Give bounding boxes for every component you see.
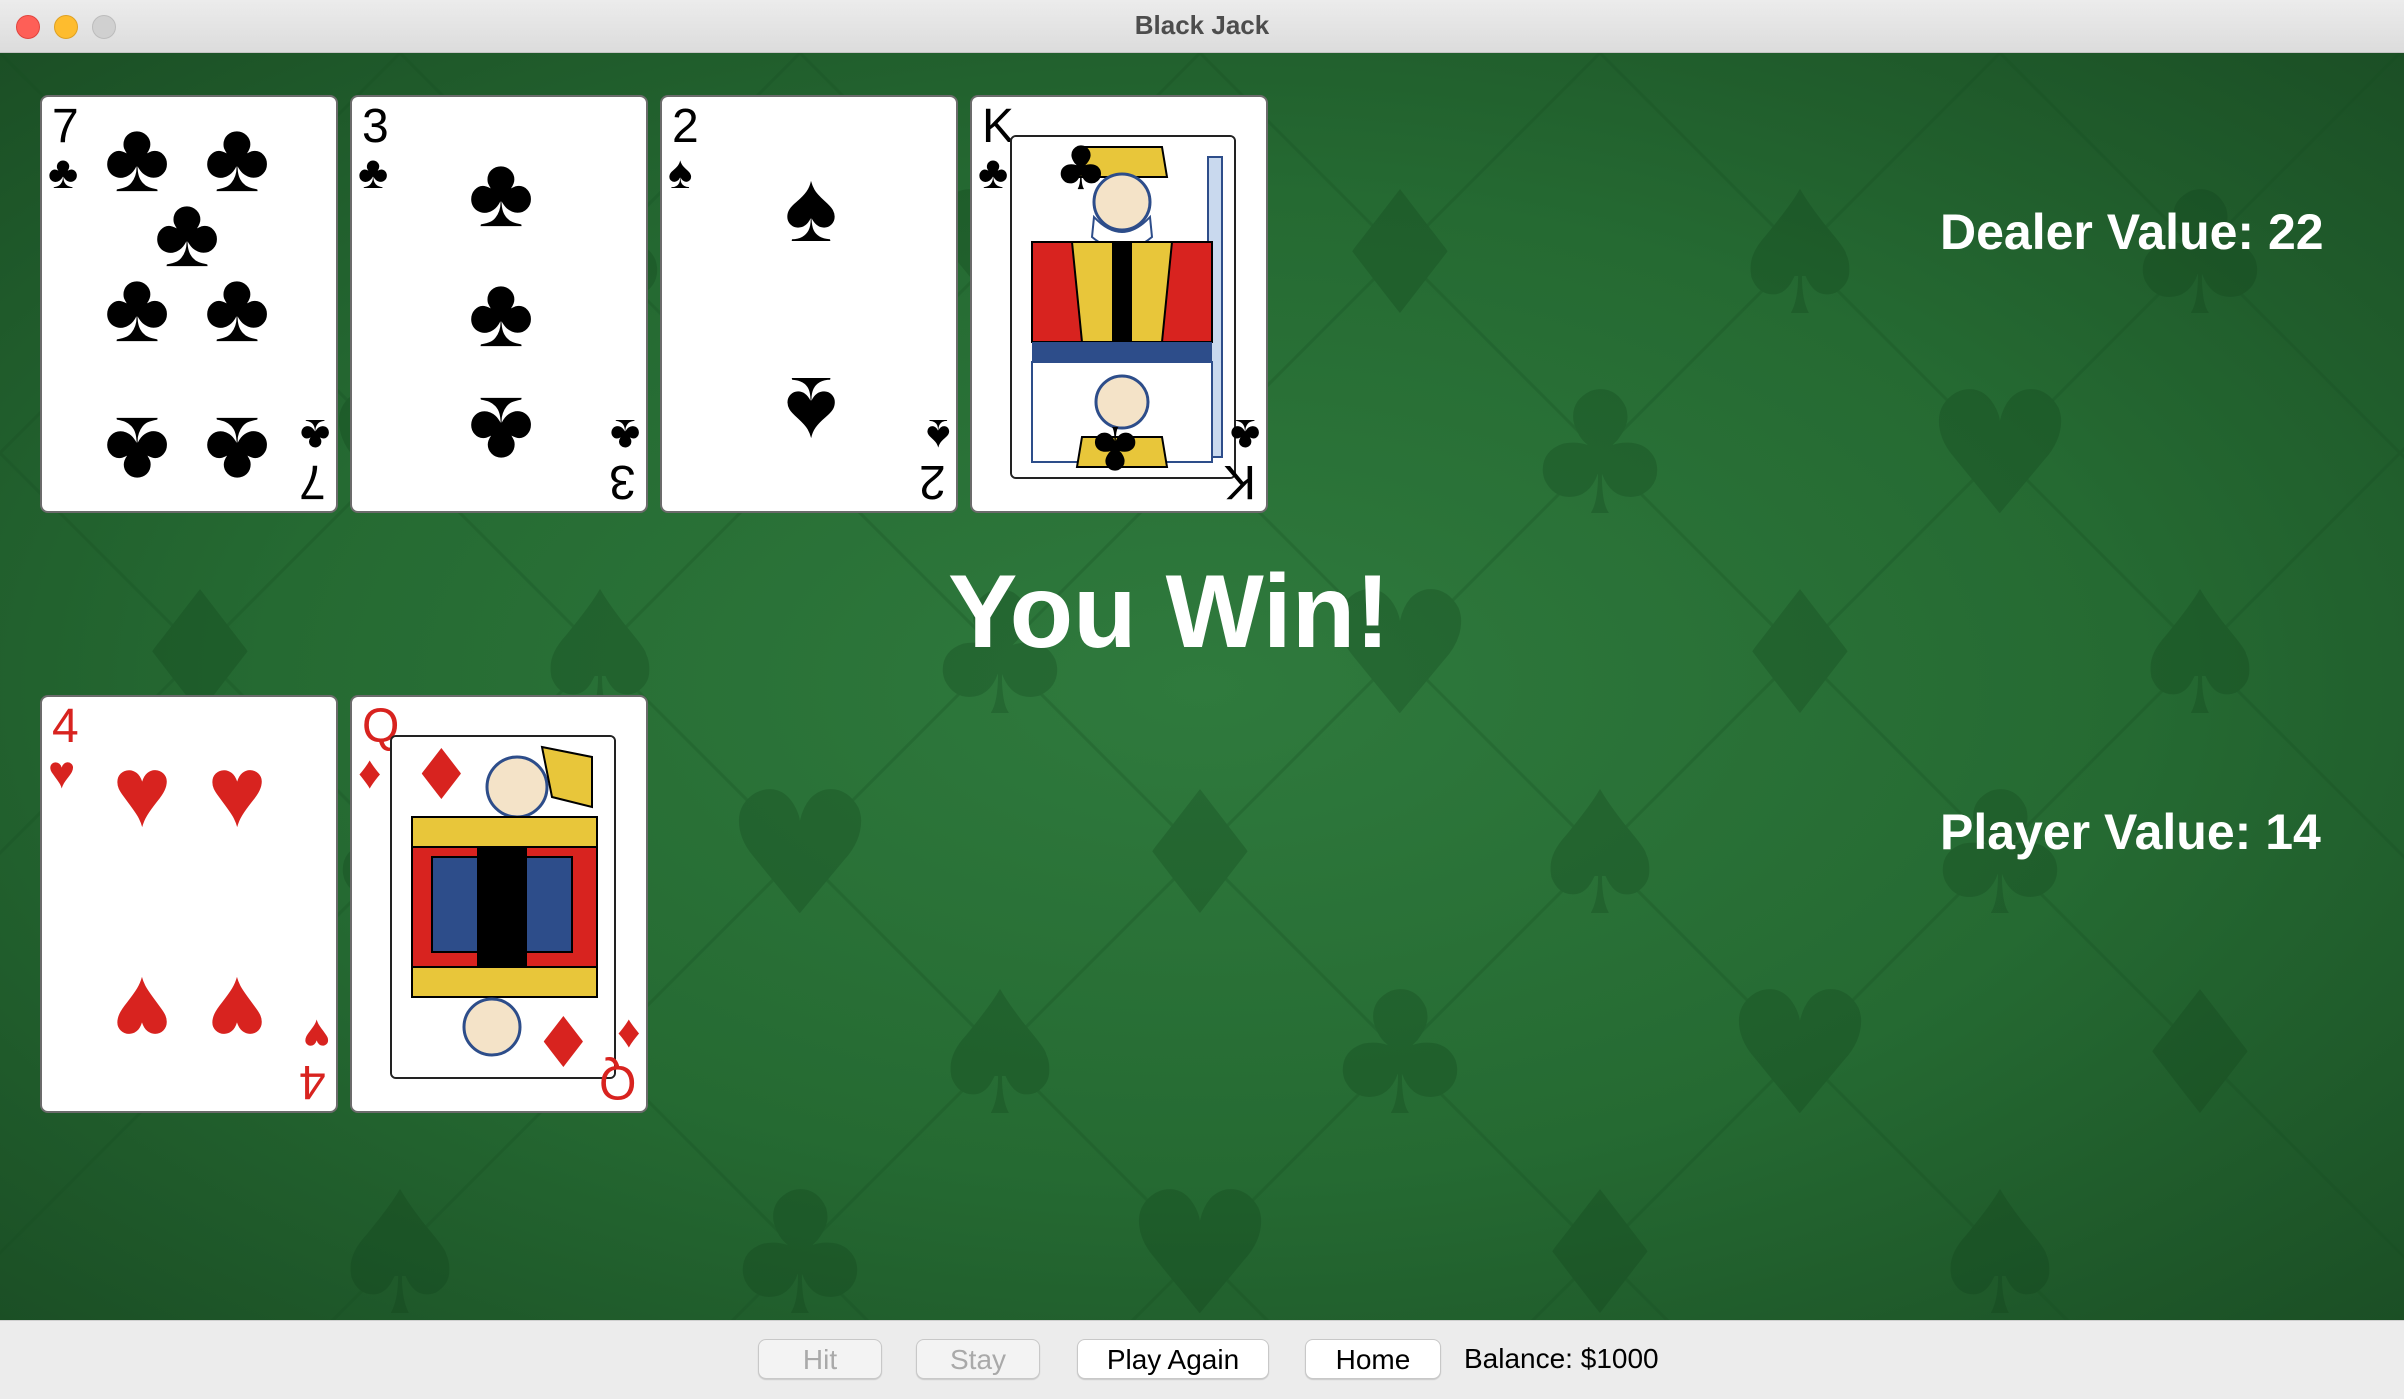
club-icon: ♣ — [468, 136, 534, 248]
club-icon: ♣ — [358, 146, 389, 198]
svg-text:♦: ♦ — [1124, 756, 1276, 954]
svg-text:♦: ♦ — [410, 737, 473, 816]
card-rank: 7 — [299, 455, 326, 508]
club-icon: ♣ — [978, 146, 1009, 198]
play-again-button[interactable]: Play Again — [1077, 1339, 1269, 1379]
diamond-icon: ♦ — [616, 1010, 640, 1062]
title-bar: Black Jack — [0, 0, 2404, 53]
heart-icon: ♥ — [207, 736, 267, 848]
svg-text:♥: ♥ — [724, 756, 876, 954]
svg-text:♦: ♦ — [1524, 1156, 1676, 1320]
club-icon: ♣ — [609, 410, 640, 462]
svg-text:♠: ♠ — [1524, 756, 1676, 954]
svg-text:♦: ♦ — [1724, 556, 1876, 754]
club-icon: ♣ — [299, 410, 330, 462]
svg-text:♣: ♣ — [724, 1156, 876, 1320]
heart-icon: ♥ — [302, 1010, 330, 1062]
player-value-label: Player Value: 14 — [1940, 804, 2321, 860]
svg-text:♠: ♠ — [324, 1156, 476, 1320]
svg-text:♣: ♣ — [1324, 956, 1476, 1154]
svg-text:♥: ♥ — [1124, 1156, 1276, 1320]
king-face-art: ♣ ♣ — [1010, 135, 1236, 479]
card-rank: 7 — [52, 100, 79, 153]
svg-text:♠: ♠ — [1924, 1156, 2076, 1320]
diamond-icon: ♦ — [358, 746, 382, 798]
svg-text:♠: ♠ — [924, 956, 1076, 1154]
spade-icon: ♠ — [668, 146, 693, 198]
card-rank: 3 — [609, 455, 636, 508]
balance-label: Balance: $1000 — [1464, 1343, 1659, 1374]
spade-icon: ♠ — [925, 410, 950, 462]
hit-button[interactable]: Hit — [758, 1339, 882, 1379]
stay-button[interactable]: Stay — [916, 1339, 1040, 1379]
player-card-4-hearts: 4 ♥ ♥ ♥ ♥ ♥ ♥ 4 — [40, 695, 338, 1113]
club-icon: ♣ — [204, 251, 270, 363]
club-icon: ♣ — [104, 251, 170, 363]
outcome-message: You Win! — [948, 554, 1390, 670]
heart-icon: ♥ — [48, 746, 76, 798]
card-rank: 4 — [52, 700, 79, 753]
svg-text:♣: ♣ — [1054, 137, 1108, 204]
club-icon: ♣ — [468, 376, 534, 488]
heart-icon: ♥ — [207, 956, 267, 1068]
card-rank: Q — [598, 1055, 636, 1108]
card-rank: 4 — [299, 1055, 326, 1108]
svg-text:♥: ♥ — [1924, 356, 2076, 554]
svg-text:♥: ♥ — [1724, 956, 1876, 1154]
svg-text:♦: ♦ — [2124, 956, 2276, 1154]
club-icon: ♣ — [468, 256, 534, 368]
svg-text:♣: ♣ — [1524, 356, 1676, 554]
dealer-card-2-spades: 2 ♠ ♠ ♠ ♠ 2 — [660, 95, 958, 513]
card-table: ♠♣♥ ♦♠♣ ♥♦♠ ♣♥ ♦♠♣ ♥♦♠ ♣♥♦ ♠♣ ♥♦♠ ♣♥♦ ♠♣… — [0, 53, 2404, 1320]
club-icon: ♣ — [204, 396, 270, 508]
player-card-queen-diamonds: Q ♦ ♦ ♦ ♦ Q — [350, 695, 648, 1113]
dealer-card-3-clubs: 3 ♣ ♣ ♣ ♣ ♣ 3 — [350, 95, 648, 513]
dealer-value-label: Dealer Value: 22 — [1940, 204, 2324, 260]
card-rank: K — [1223, 455, 1256, 508]
club-icon: ♣ — [48, 146, 79, 198]
app-window: Black Jack ♠♣♥ ♦♠♣ ♥♦♠ ♣♥ — [0, 0, 2404, 1399]
spade-icon: ♠ — [784, 356, 838, 468]
card-rank: 3 — [362, 100, 389, 153]
window-title: Black Jack — [1134, 10, 1270, 40]
svg-text:♦: ♦ — [532, 1002, 595, 1077]
queen-face-art: ♦ ♦ — [390, 735, 616, 1079]
home-button[interactable]: Home — [1305, 1339, 1441, 1379]
card-rank: 2 — [919, 455, 946, 508]
dealer-card-7-clubs: 7 ♣ ♣ ♣ ♣ ♣ ♣ ♣ ♣ ♣ 7 — [40, 95, 338, 513]
club-icon: ♣ — [1229, 410, 1260, 462]
svg-text:♠: ♠ — [1724, 156, 1876, 354]
spade-icon: ♠ — [784, 151, 838, 263]
dealer-card-king-clubs: K ♣ ♣ ♣ ♣ K — [970, 95, 1268, 513]
heart-icon: ♥ — [112, 736, 172, 848]
heart-icon: ♥ — [112, 956, 172, 1068]
card-rank: 2 — [672, 100, 699, 153]
svg-text:♣: ♣ — [1088, 412, 1142, 477]
svg-text:♦: ♦ — [1324, 156, 1476, 354]
club-icon: ♣ — [104, 396, 170, 508]
svg-text:♠: ♠ — [2124, 556, 2276, 754]
control-bar: Hit Stay Play Again Home Balance: $1000 — [0, 1320, 2404, 1399]
